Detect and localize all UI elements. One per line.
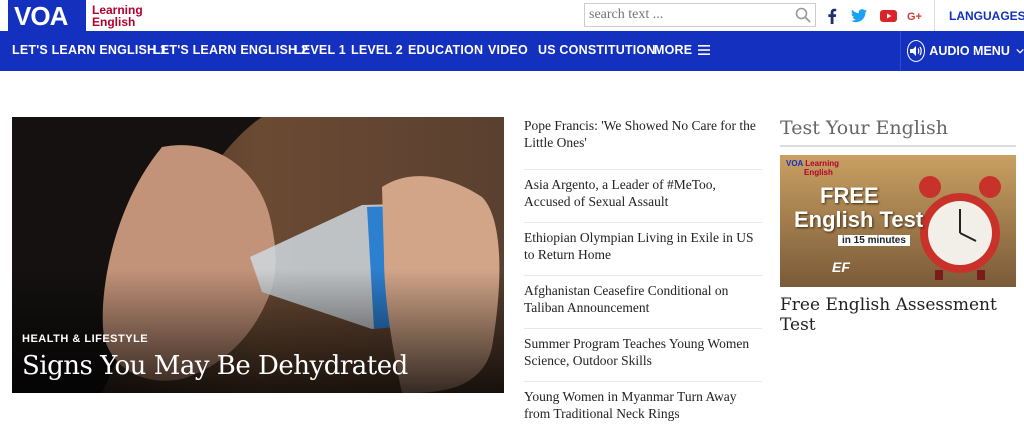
headline-item[interactable]: Afghanistan Ceasefire Conditional on Tal… bbox=[524, 276, 762, 329]
headline-item[interactable]: Asia Argento, a Leader of #MeToo, Accuse… bbox=[524, 170, 762, 223]
sidebar-title: Test Your English bbox=[780, 117, 1016, 147]
promo-brand-line1: Learning bbox=[805, 159, 840, 168]
logo-text: Learning English bbox=[92, 4, 143, 28]
nav-item-us-constitution[interactable]: US CONSTITUTION bbox=[538, 43, 656, 57]
logo-line-1: Learning bbox=[92, 2, 143, 17]
headline-line: Ethiopian Olympian Living in Exile in US bbox=[524, 230, 754, 245]
headline-line: Asia Argento, a Leader of #MeToo, bbox=[524, 177, 716, 192]
headline-line: Taliban Announcement bbox=[524, 300, 650, 315]
audio-icon bbox=[907, 40, 926, 62]
logo-line-2: English bbox=[92, 14, 136, 29]
headline-item[interactable]: Young Women in Myanmar Turn Away from Tr… bbox=[524, 382, 762, 435]
twitter-icon[interactable] bbox=[849, 6, 869, 26]
nav-item-level-2[interactable]: LEVEL 2 bbox=[351, 43, 403, 57]
promo-headline-1: FREE bbox=[820, 183, 879, 208]
promo-headline-2: English Test bbox=[794, 207, 924, 232]
nav-item-video[interactable]: VIDEO bbox=[488, 43, 528, 57]
headline-line: Young Women in Myanmar Turn Away bbox=[524, 389, 737, 404]
headline-line: Little Ones' bbox=[524, 135, 587, 150]
headline-item[interactable]: Pope Francis: 'We Showed No Care for the… bbox=[524, 117, 762, 170]
promo-caption[interactable]: Free English Assessment Test bbox=[780, 295, 1016, 335]
headline-line: Accused of Sexual Assault bbox=[524, 194, 669, 209]
headline-item[interactable]: Ethiopian Olympian Living in Exile in US… bbox=[524, 223, 762, 276]
main-nav: LET'S LEARN ENGLISH 1 LET'S LEARN ENGLIS… bbox=[0, 31, 1024, 71]
promo-brand-line2: English bbox=[804, 168, 833, 177]
promo-headline-3: in 15 minutes bbox=[838, 235, 910, 246]
hero-story[interactable]: HEALTH & LIFESTYLE Signs You May Be Dehy… bbox=[12, 117, 504, 393]
headline-line: from Traditional Neck Rings bbox=[524, 406, 680, 421]
audio-menu-label: AUDIO MENU bbox=[929, 44, 1010, 58]
sidebar: Test Your English VOA Learning English F… bbox=[780, 117, 1016, 335]
nav-more-label: MORE bbox=[654, 43, 693, 57]
hero-caption: HEALTH & LIFESTYLE Signs You May Be Dehy… bbox=[22, 333, 408, 381]
search-input[interactable] bbox=[585, 4, 785, 26]
promo-brand-mark: VOA bbox=[786, 159, 804, 168]
voa-logo[interactable]: VOA Learning English bbox=[8, 0, 143, 31]
languages-label: LANGUAGES bbox=[949, 8, 1024, 23]
headline-line: to Return Home bbox=[524, 247, 611, 262]
top-bar: VOA Learning English G+ A LANGUAGES bbox=[0, 0, 1024, 31]
promo-partner-logo: EF bbox=[832, 259, 850, 275]
headline-line: Summer Program Teaches Young Women bbox=[524, 336, 750, 351]
nav-item-lets-learn-english-2[interactable]: LET'S LEARN ENGLISH 2 bbox=[153, 43, 308, 57]
hamburger-icon bbox=[698, 45, 711, 55]
google-plus-icon[interactable]: G+ bbox=[906, 6, 926, 26]
search-box bbox=[584, 3, 816, 27]
facebook-icon[interactable] bbox=[822, 6, 842, 26]
nav-item-level-1[interactable]: LEVEL 1 bbox=[294, 43, 346, 57]
headline-line: Science, Outdoor Skills bbox=[524, 353, 652, 368]
voa-logo-mark: VOA bbox=[8, 0, 86, 31]
chevron-down-icon bbox=[1016, 48, 1024, 54]
youtube-icon[interactable] bbox=[878, 6, 898, 26]
logo-mark-text: VOA bbox=[14, 1, 68, 31]
headline-line: Pope Francis: 'We Showed No Care for the bbox=[524, 118, 756, 133]
search-icon[interactable] bbox=[795, 7, 811, 23]
promo-brand: VOA Learning English bbox=[786, 159, 839, 177]
nav-item-more[interactable]: MORE bbox=[654, 43, 711, 57]
nav-item-lets-learn-english-1[interactable]: LET'S LEARN ENGLISH 1 bbox=[12, 43, 167, 57]
headline-item[interactable]: Summer Program Teaches Young Women Scien… bbox=[524, 329, 762, 382]
nav-item-education[interactable]: EDUCATION bbox=[408, 43, 483, 57]
hero-title[interactable]: Signs You May Be Dehydrated bbox=[22, 351, 408, 381]
headline-line: Afghanistan Ceasefire Conditional on bbox=[524, 283, 729, 298]
languages-button[interactable]: A LANGUAGES bbox=[934, 0, 1024, 31]
audio-menu-button[interactable]: AUDIO MENU bbox=[900, 31, 1024, 71]
headline-list: Pope Francis: 'We Showed No Care for the… bbox=[524, 117, 762, 435]
hero-kicker[interactable]: HEALTH & LIFESTYLE bbox=[22, 333, 408, 345]
english-test-promo[interactable]: VOA Learning English FREE English Test i… bbox=[780, 155, 1016, 287]
svg-text:G+: G+ bbox=[907, 11, 922, 22]
